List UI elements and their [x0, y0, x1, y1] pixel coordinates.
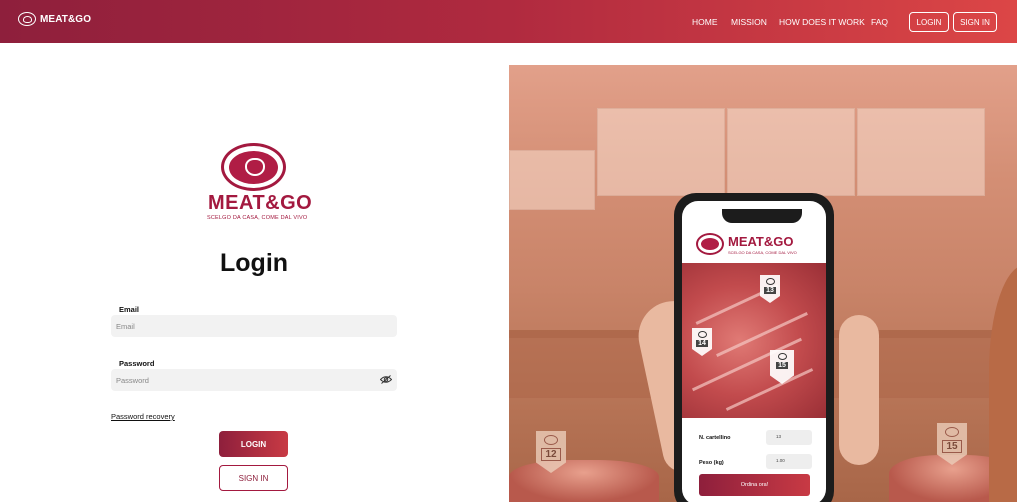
cow-logo-icon: [18, 12, 36, 26]
meat-tag-icon: [777, 353, 787, 360]
phone-ticket-label: N. cartellino: [699, 435, 731, 441]
phone-notch: [722, 209, 802, 223]
password-label: Password: [119, 359, 155, 368]
nav-mission[interactable]: MISSION: [731, 17, 767, 27]
phone-screen: MEAT&GO SCELGO DA CASA, COME DAL VIVO 13…: [682, 201, 826, 502]
phone-weight-field: 1.00: [766, 454, 812, 469]
hand-thumb: [839, 315, 879, 465]
hero-image: 12 15 MEAT&GO SCELGO DA CASA, COME DAL V…: [509, 65, 1017, 502]
smartphone: MEAT&GO SCELGO DA CASA, COME DAL VIVO 13…: [674, 193, 834, 502]
hide-password-icon[interactable]: [380, 375, 392, 384]
signin-button[interactable]: SIGN IN: [219, 465, 288, 491]
brand-link[interactable]: MEAT&GO: [18, 12, 91, 26]
phone-order-button: Ordina ora!: [699, 474, 810, 496]
phone-tagline: SCELGO DA CASA, COME DAL VIVO: [728, 250, 797, 255]
meatgo-logo: MEAT&GO SCELGO DA CASA, COME DAL VIVO: [207, 143, 312, 223]
nav-home[interactable]: HOME: [692, 17, 718, 27]
page-title: Login: [220, 249, 289, 277]
header-login-button[interactable]: LOGIN: [909, 12, 949, 32]
meat-tag-icon: [544, 435, 558, 445]
phone-brand: MEAT&GO: [728, 234, 794, 249]
logo-name: MEAT&GO: [208, 192, 313, 214]
top-navbar: MEAT&GO HOME MISSION HOW DOES IT WORK FA…: [0, 0, 1017, 43]
phone-weight-label: Peso (kg): [699, 460, 724, 466]
login-button[interactable]: LOGIN: [219, 431, 288, 457]
person-silhouette: [989, 265, 1017, 502]
nav-how-does-it-work[interactable]: HOW DOES IT WORK: [779, 17, 865, 27]
cow-icon: [245, 158, 265, 176]
email-label: Email: [119, 305, 140, 314]
logo-tagline: SCELGO DA CASA, COME DAL VIVO: [207, 215, 308, 221]
phone-meat-tag: 14: [692, 328, 712, 356]
phone-ticket-field: 13: [766, 430, 812, 445]
nav-faq[interactable]: FAQ: [871, 17, 888, 27]
password-recovery-link[interactable]: Password recovery: [111, 412, 175, 421]
phone-meat-tag: 13: [760, 275, 780, 303]
brand-name: MEAT&GO: [40, 13, 92, 25]
meat-tag-icon: [765, 278, 775, 285]
email-field[interactable]: [111, 315, 397, 337]
phone-logo-icon: [696, 233, 724, 255]
meat-tag-icon: [697, 331, 707, 338]
meat-tag-icon: [945, 427, 959, 437]
header-signin-button[interactable]: SIGN IN: [953, 12, 997, 32]
meat-display-left: [509, 460, 659, 502]
logo-oval: [221, 143, 286, 191]
password-field[interactable]: [111, 369, 397, 391]
phone-meat-image: 13 14 15: [682, 263, 826, 418]
